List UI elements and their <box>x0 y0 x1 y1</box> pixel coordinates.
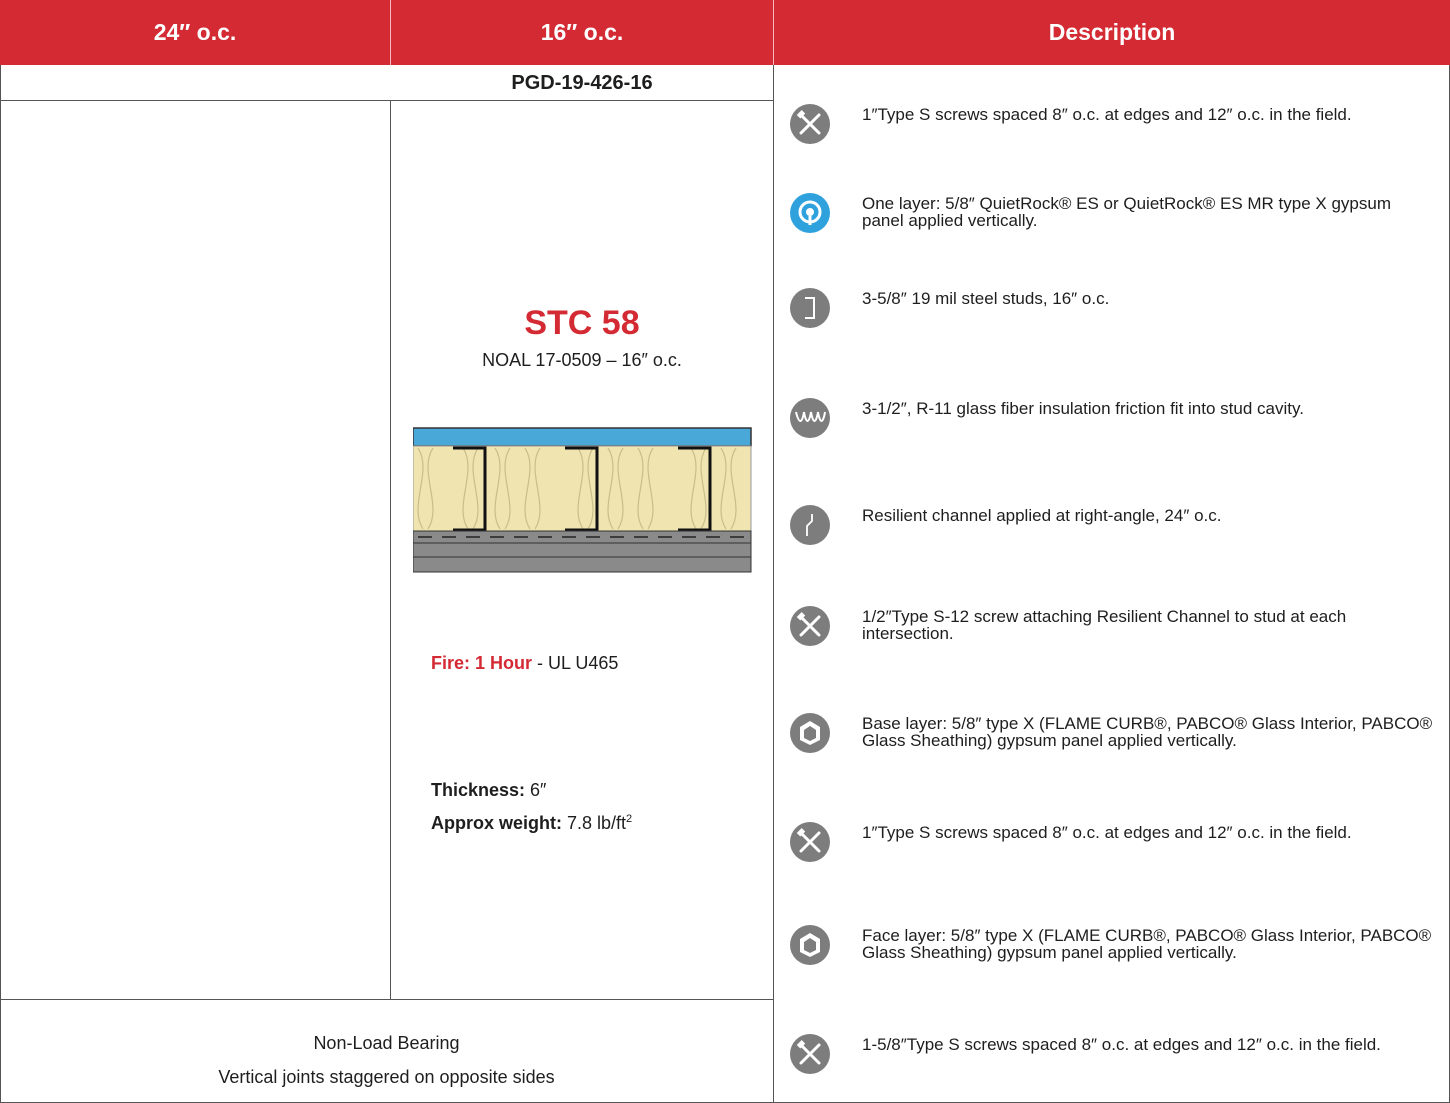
description-text: 1″Type S screws spaced 8″ o.c. at edges … <box>862 105 1352 124</box>
screw-tools-icon <box>790 606 830 646</box>
description-text: 1/2″Type S-12 screw attaching Resilient … <box>862 607 1347 643</box>
thickness-label: Thickness: <box>431 780 526 800</box>
gypsum-panel-icon <box>790 925 830 965</box>
face-layer-panel <box>413 556 752 573</box>
steel-stud-icon <box>790 288 830 328</box>
fire-rating: Fire: 1 Hour - UL U465 <box>431 653 618 674</box>
gypsum-panel-icon <box>790 713 830 753</box>
description-text: Base layer: 5/8″ type X (FLAME CURB®, PA… <box>862 714 1433 750</box>
table-header: 24″ o.c. 16″ o.c. Description <box>0 0 1450 65</box>
fire-rating-ref: - UL U465 <box>532 653 619 673</box>
description-text: 3-5/8″ 19 mil steel studs, 16″ o.c. <box>862 289 1110 308</box>
thickness-value: 6″ <box>525 780 547 800</box>
base-layer-panel <box>413 542 752 558</box>
resilient-channel-layer <box>413 530 752 544</box>
row-divider <box>0 999 773 1000</box>
joint-note: Vertical joints staggered on opposite si… <box>218 1067 555 1087</box>
description-item: 1-5/8″Type S screws spaced 8″ o.c. at ed… <box>790 1034 1440 1090</box>
assembly-sheet: 24″ o.c. 16″ o.c. Description PGD-19-426… <box>0 0 1450 1103</box>
resilient-channel-icon <box>790 505 830 545</box>
assembly-code: PGD-19-426-16 <box>511 72 653 94</box>
wall-section-diagram <box>413 427 752 573</box>
header-description: Description <box>1048 19 1176 45</box>
weight-value: 7.8 lb/ft <box>562 813 627 833</box>
description-item: One layer: 5/8″ QuietRock® ES or QuietRo… <box>790 193 1440 249</box>
row-divider <box>0 100 773 101</box>
approx-weight: Approx weight: 7.8 lb/ft2 <box>431 813 632 834</box>
weight-superscript: 2 <box>626 813 633 825</box>
description-item: 1″Type S screws spaced 8″ o.c. at edges … <box>790 104 1440 160</box>
screw-tools-icon <box>790 104 830 144</box>
description-item: Base layer: 5/8″ type X (FLAME CURB®, PA… <box>790 713 1440 769</box>
description-text: 3-1/2″, R-11 glass fiber insulation fric… <box>862 399 1304 418</box>
table-border-left <box>0 65 1 1103</box>
description-item: Resilient channel applied at right-angle… <box>790 505 1440 561</box>
load-bearing-note: Non-Load Bearing <box>313 1033 460 1053</box>
header-24-oc: 24″ o.c. <box>153 19 237 45</box>
description-text: Resilient channel applied at right-angle… <box>862 506 1222 525</box>
description-text: 1-5/8″Type S screws spaced 8″ o.c. at ed… <box>862 1035 1381 1054</box>
description-item: 1/2″Type S-12 screw attaching Resilient … <box>790 606 1440 662</box>
insulation-icon <box>790 398 830 438</box>
description-item: Face layer: 5/8″ type X (FLAME CURB®, PA… <box>790 925 1440 981</box>
column-divider <box>773 65 774 1103</box>
quietrock-panel <box>413 427 752 447</box>
thickness: Thickness: 6″ <box>431 780 546 801</box>
description-item: 1″Type S screws spaced 8″ o.c. at edges … <box>790 822 1440 878</box>
description-item: 3-1/2″, R-11 glass fiber insulation fric… <box>790 398 1440 454</box>
weight-label: Approx weight: <box>431 813 562 833</box>
test-reference: NOAL 17-0509 – 16″ o.c. <box>482 350 682 370</box>
description-text: One layer: 5/8″ QuietRock® ES or QuietRo… <box>862 194 1391 230</box>
column-divider <box>390 100 391 999</box>
description-item: 3-5/8″ 19 mil steel studs, 16″ o.c. <box>790 288 1440 344</box>
quietrock-icon <box>790 193 830 233</box>
fire-rating-label: Fire: 1 Hour <box>431 653 533 673</box>
screw-tools-icon <box>790 1034 830 1074</box>
stc-rating: STC 58 <box>524 304 640 342</box>
screw-tools-icon <box>790 822 830 862</box>
description-text: 1″Type S screws spaced 8″ o.c. at edges … <box>862 823 1352 842</box>
description-text: Face layer: 5/8″ type X (FLAME CURB®, PA… <box>862 926 1432 962</box>
header-16-oc: 16″ o.c. <box>540 19 624 45</box>
